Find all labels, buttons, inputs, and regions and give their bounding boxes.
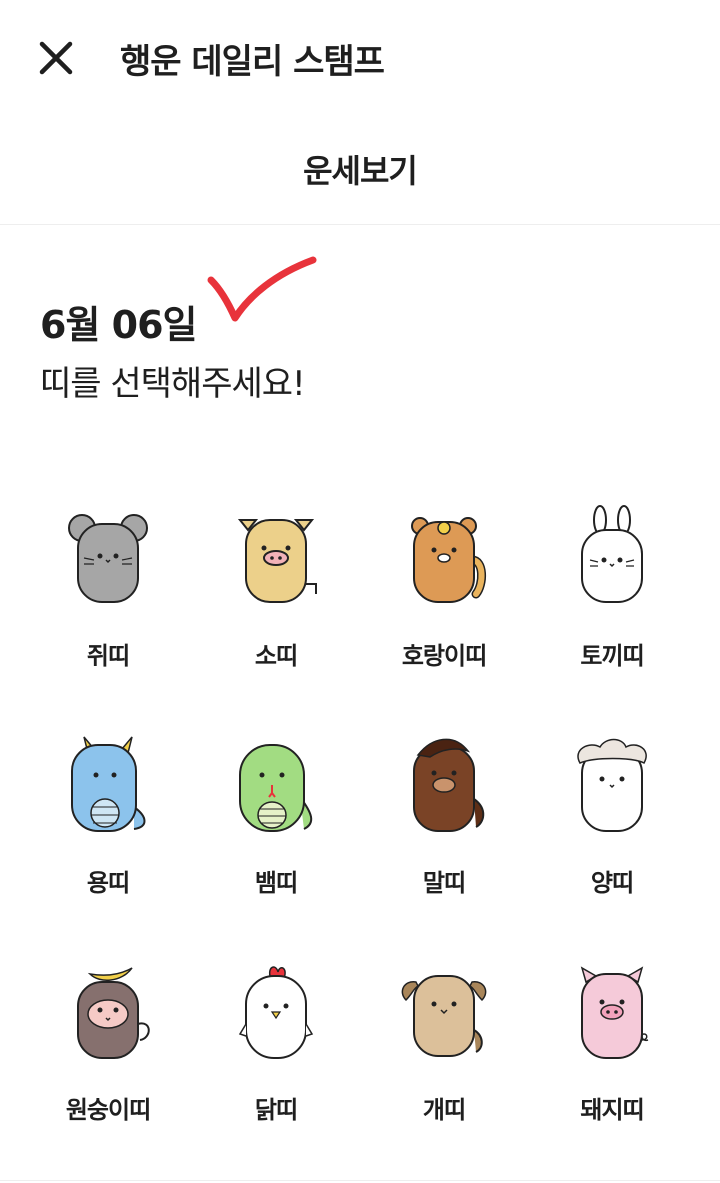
zodiac-rat[interactable]: 쥐띠: [24, 500, 192, 727]
select-prompt: 띠를 선택해주세요!: [40, 364, 306, 404]
zodiac-snake[interactable]: 뱀띠: [192, 727, 360, 954]
zodiac-grid: 쥐띠 소띠 호랑이띠 토끼띠 용띠 뱀띠 말띠 양띠 원숭이띠 닭띠 개띠 돼지…: [24, 500, 696, 1181]
rat-icon: [68, 514, 148, 603]
zodiac-tiger[interactable]: 호랑이띠: [360, 500, 528, 727]
divider: [0, 224, 720, 225]
dragon-icon: [71, 736, 146, 832]
page-title: 운세보기: [303, 152, 418, 190]
monkey-icon: [77, 967, 150, 1059]
pig-icon: [580, 966, 649, 1059]
tiger-icon: [411, 517, 486, 603]
zodiac-label: 소띠: [254, 642, 298, 670]
zodiac-label: 토끼띠: [580, 642, 644, 670]
dog-icon: [401, 975, 487, 1057]
zodiac-label: 닭띠: [254, 1096, 298, 1124]
red-checkmark-icon: [205, 252, 325, 332]
zodiac-label: 개띠: [422, 1096, 466, 1124]
sheep-icon: [577, 738, 647, 832]
bottom-divider: [0, 1180, 720, 1181]
zodiac-label: 말띠: [422, 869, 466, 897]
zodiac-label: 원숭이띠: [65, 1096, 151, 1124]
zodiac-rabbit[interactable]: 토끼띠: [528, 500, 696, 727]
zodiac-dog[interactable]: 개띠: [360, 954, 528, 1181]
zodiac-label: 돼지띠: [580, 1096, 644, 1124]
zodiac-monkey[interactable]: 원숭이띠: [24, 954, 192, 1181]
rabbit-icon: [581, 505, 643, 603]
date-heading: 6월 06일: [40, 303, 197, 347]
top-bar: 행운 데일리 스탬프: [0, 0, 720, 112]
zodiac-rooster[interactable]: 닭띠: [192, 954, 360, 1181]
zodiac-dragon[interactable]: 용띠: [24, 727, 192, 954]
snake-icon: [239, 744, 313, 832]
zodiac-label: 용띠: [86, 869, 130, 897]
close-icon[interactable]: [36, 38, 76, 78]
rooster-icon: [238, 966, 314, 1059]
horse-icon: [413, 738, 485, 832]
zodiac-sheep[interactable]: 양띠: [528, 727, 696, 954]
zodiac-label: 뱀띠: [254, 869, 298, 897]
zodiac-label: 양띠: [590, 869, 634, 897]
zodiac-label: 쥐띠: [86, 642, 130, 670]
ox-icon: [237, 519, 317, 603]
zodiac-ox[interactable]: 소띠: [192, 500, 360, 727]
zodiac-pig[interactable]: 돼지띠: [528, 954, 696, 1181]
app-title: 행운 데일리 스탬프: [120, 42, 385, 82]
zodiac-label: 호랑이띠: [401, 642, 487, 670]
zodiac-horse[interactable]: 말띠: [360, 727, 528, 954]
